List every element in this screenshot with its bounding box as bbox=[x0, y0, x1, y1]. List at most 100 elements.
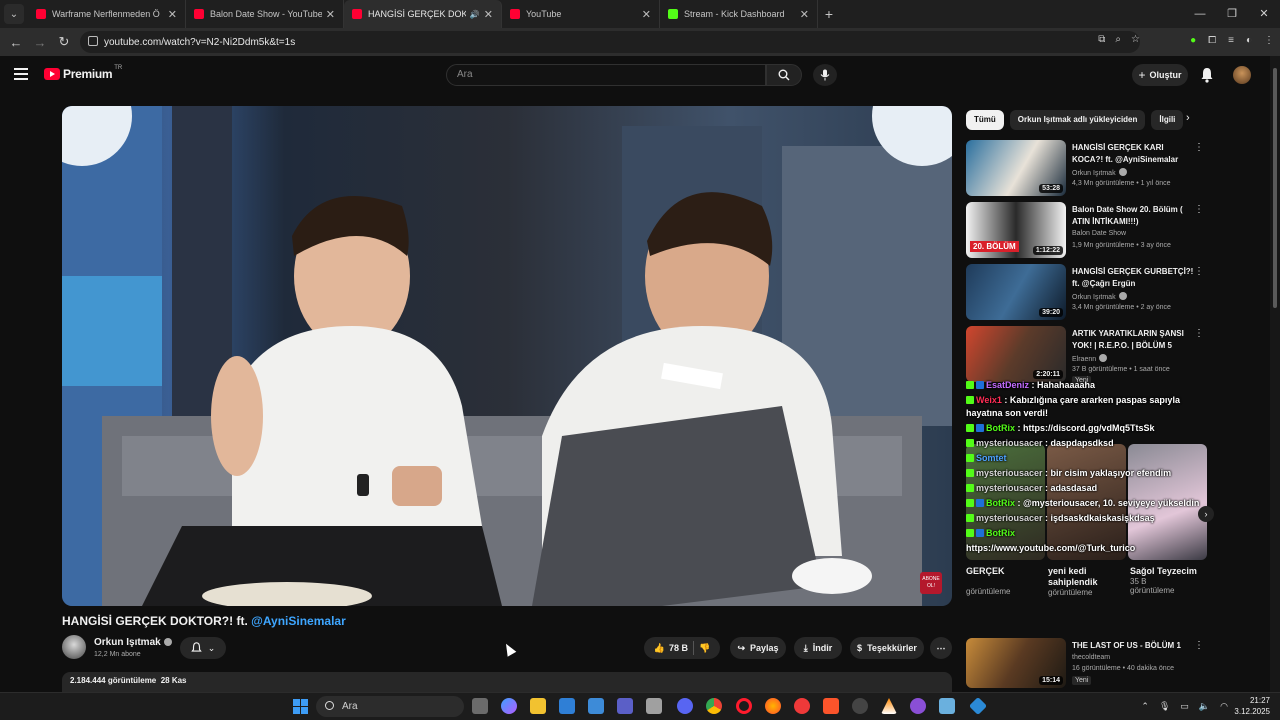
app-icon[interactable] bbox=[646, 698, 662, 714]
zoom-icon[interactable]: ⌕ bbox=[1115, 34, 1121, 45]
video-title[interactable]: HANGİSİ GERÇEK GURBETÇİ?! ft. @Çağrı Erg… bbox=[1072, 266, 1196, 290]
settings-gear-icon[interactable] bbox=[852, 698, 868, 714]
video-player[interactable]: ABONE OL! bbox=[62, 106, 952, 606]
network-icon[interactable]: ◠ bbox=[1220, 701, 1228, 712]
brave-icon[interactable] bbox=[823, 698, 839, 714]
browser-tab[interactable]: YouTube ✕ bbox=[502, 0, 660, 28]
short-caption[interactable]: yeni kedi sahiplendik görüntüleme bbox=[1048, 566, 1128, 597]
more-vertical-icon[interactable]: ⋮ bbox=[1194, 142, 1204, 153]
store-icon[interactable] bbox=[588, 698, 604, 714]
browser-tab[interactable]: Stream - Kick Dashboard ✕ bbox=[660, 0, 818, 28]
vivaldi-icon[interactable] bbox=[794, 698, 810, 714]
scrollbar-thumb[interactable] bbox=[1273, 68, 1277, 308]
volume-icon[interactable]: 🔈 bbox=[1199, 701, 1210, 712]
video-thumbnail[interactable]: 15:14 bbox=[966, 638, 1066, 688]
restore-icon[interactable]: ❐ bbox=[1216, 0, 1248, 28]
display-icon[interactable]: ▭ bbox=[1180, 701, 1189, 712]
reading-list-icon[interactable]: ≡ bbox=[1228, 35, 1234, 46]
page-scrollbar[interactable] bbox=[1270, 56, 1280, 692]
microphone-icon[interactable]: 🎙 bbox=[1159, 701, 1170, 712]
recommendation-item[interactable]: 20. BÖLÜM 1:12:22 Balon Date Show 20. Bö… bbox=[966, 202, 1206, 258]
recommendation-item[interactable]: 53:28 HANGİSİ GERÇEK KARI KOCA?! ft. @Ay… bbox=[966, 140, 1206, 196]
channel-name[interactable]: Balon Date Show bbox=[1072, 230, 1126, 237]
create-button[interactable]: + Oluştur bbox=[1132, 64, 1188, 86]
vlc-icon[interactable] bbox=[881, 698, 897, 714]
new-tab-button[interactable]: + bbox=[818, 6, 840, 22]
video-title[interactable]: ARTIK YARATIKLARIN ŞANSI YOK! | R.E.P.O.… bbox=[1072, 328, 1196, 352]
search-button[interactable] bbox=[766, 64, 802, 86]
twitch-icon[interactable] bbox=[910, 698, 926, 714]
thumbs-down-icon[interactable]: 👎 bbox=[699, 643, 710, 654]
close-icon[interactable]: ✕ bbox=[168, 8, 177, 21]
short-caption[interactable]: GERÇEK görüntüleme bbox=[966, 566, 1046, 597]
notifications-bell-icon[interactable] bbox=[1200, 67, 1214, 83]
channel-avatar[interactable] bbox=[62, 635, 86, 659]
video-title[interactable]: HANGİSİ GERÇEK KARI KOCA?! ft. @AyniSine… bbox=[1072, 142, 1196, 166]
voice-search-button[interactable] bbox=[813, 64, 837, 86]
discord-icon[interactable] bbox=[677, 698, 693, 714]
menu-icon[interactable] bbox=[14, 68, 28, 80]
close-icon[interactable]: ✕ bbox=[642, 8, 651, 21]
title-mention-link[interactable]: @AyniSinemalar bbox=[251, 614, 346, 628]
close-icon[interactable]: ✕ bbox=[484, 8, 493, 21]
install-app-icon[interactable]: ⧉ bbox=[1098, 34, 1105, 45]
more-actions-button[interactable]: ⋯ bbox=[930, 637, 952, 659]
app-icon[interactable] bbox=[968, 696, 988, 716]
forward-icon[interactable]: → bbox=[28, 35, 52, 50]
recommendation-item[interactable]: 39:20 HANGİSİ GERÇEK GURBETÇİ?! ft. @Çağ… bbox=[966, 264, 1206, 320]
thanks-button[interactable]: $ Teşekkürler bbox=[850, 637, 924, 659]
firefox-icon[interactable] bbox=[765, 698, 781, 714]
browser-tab-active[interactable]: HANGİSİ GERÇEK DOKTOR 🔊 ✕ bbox=[344, 0, 502, 28]
profile-icon[interactable]: ◐ bbox=[1246, 35, 1252, 46]
file-explorer-icon[interactable] bbox=[530, 698, 546, 714]
account-avatar[interactable] bbox=[1233, 66, 1251, 84]
recommendation-item[interactable]: 15:14 THE LAST OF US - BÖLÜM 1 thecoldte… bbox=[966, 638, 1206, 688]
back-icon[interactable]: ← bbox=[4, 35, 28, 50]
video-thumbnail[interactable]: 39:20 bbox=[966, 264, 1066, 320]
chevron-up-icon[interactable]: ⌃ bbox=[1141, 701, 1149, 712]
browser-tab[interactable]: Balon Date Show - YouTube ✕ bbox=[186, 0, 344, 28]
subscription-bell-button[interactable]: ⌄ bbox=[180, 637, 226, 659]
video-thumbnail[interactable]: 53:28 bbox=[966, 140, 1066, 196]
close-window-icon[interactable]: ✕ bbox=[1248, 0, 1280, 28]
more-vertical-icon[interactable]: ⋮ bbox=[1194, 266, 1204, 277]
video-thumbnail[interactable]: 2:20:11 bbox=[966, 326, 1066, 382]
teams-icon[interactable] bbox=[617, 698, 633, 714]
video-thumbnail[interactable]: 20. BÖLÜM 1:12:22 bbox=[966, 202, 1066, 258]
download-button[interactable]: ⤓ İndir bbox=[794, 637, 842, 659]
channel-name[interactable]: Orkun Işıtmak bbox=[1072, 292, 1127, 301]
share-button[interactable]: ↪ Paylaş bbox=[730, 637, 786, 659]
more-vertical-icon[interactable]: ⋮ bbox=[1194, 328, 1204, 339]
address-bar[interactable]: youtube.com/watch?v=N2-Ni2Ddm5k&t=1s bbox=[80, 31, 1140, 53]
minimize-icon[interactable]: — bbox=[1184, 0, 1216, 28]
channel-name[interactable]: Elraenn bbox=[1072, 354, 1108, 363]
opera-icon[interactable] bbox=[736, 698, 752, 714]
extensions-puzzle-icon[interactable]: ⧠ bbox=[1208, 35, 1216, 46]
more-vertical-icon[interactable]: ⋮ bbox=[1194, 204, 1204, 215]
tab-search-button[interactable]: ⌄ bbox=[4, 4, 24, 24]
search-input[interactable]: Ara bbox=[446, 64, 766, 86]
like-button[interactable]: 👍 78 B bbox=[654, 643, 688, 654]
browser-tab[interactable]: Warframe Nerflenmeden Ö ✕ bbox=[28, 0, 186, 28]
recommendation-item[interactable]: 2:20:11 ARTIK YARATIKLARIN ŞANSI YOK! | … bbox=[966, 326, 1206, 385]
bookmark-star-icon[interactable]: ☆ bbox=[1131, 34, 1140, 45]
task-view-icon[interactable] bbox=[472, 698, 488, 714]
subscribe-watermark[interactable]: ABONE OL! bbox=[920, 572, 942, 594]
chrome-icon[interactable] bbox=[706, 698, 722, 714]
chip-related[interactable]: İlgili bbox=[1151, 110, 1184, 130]
chip-all[interactable]: Tümü bbox=[966, 110, 1004, 130]
reload-icon[interactable]: ↻ bbox=[52, 34, 76, 50]
mail-icon[interactable] bbox=[559, 698, 575, 714]
short-caption[interactable]: Sağol Teyzecim 35 B görüntüleme bbox=[1130, 566, 1210, 597]
channel-name[interactable]: Orkun Işıtmak bbox=[94, 637, 172, 648]
close-icon[interactable]: ✕ bbox=[800, 8, 809, 21]
channel-name[interactable]: thecoldteam bbox=[1072, 654, 1110, 661]
video-title[interactable]: Balon Date Show 20. Bölüm ( ATIN İNTİKAM… bbox=[1072, 204, 1196, 228]
speaker-icon[interactable]: 🔊 bbox=[470, 10, 480, 19]
copilot-icon[interactable] bbox=[501, 698, 517, 714]
site-info-icon[interactable] bbox=[88, 36, 98, 46]
app-icon[interactable] bbox=[939, 698, 955, 714]
video-title[interactable]: THE LAST OF US - BÖLÜM 1 bbox=[1072, 640, 1196, 652]
more-vertical-icon[interactable]: ⋮ bbox=[1194, 640, 1204, 651]
taskbar-search-input[interactable]: Ara bbox=[316, 696, 464, 717]
